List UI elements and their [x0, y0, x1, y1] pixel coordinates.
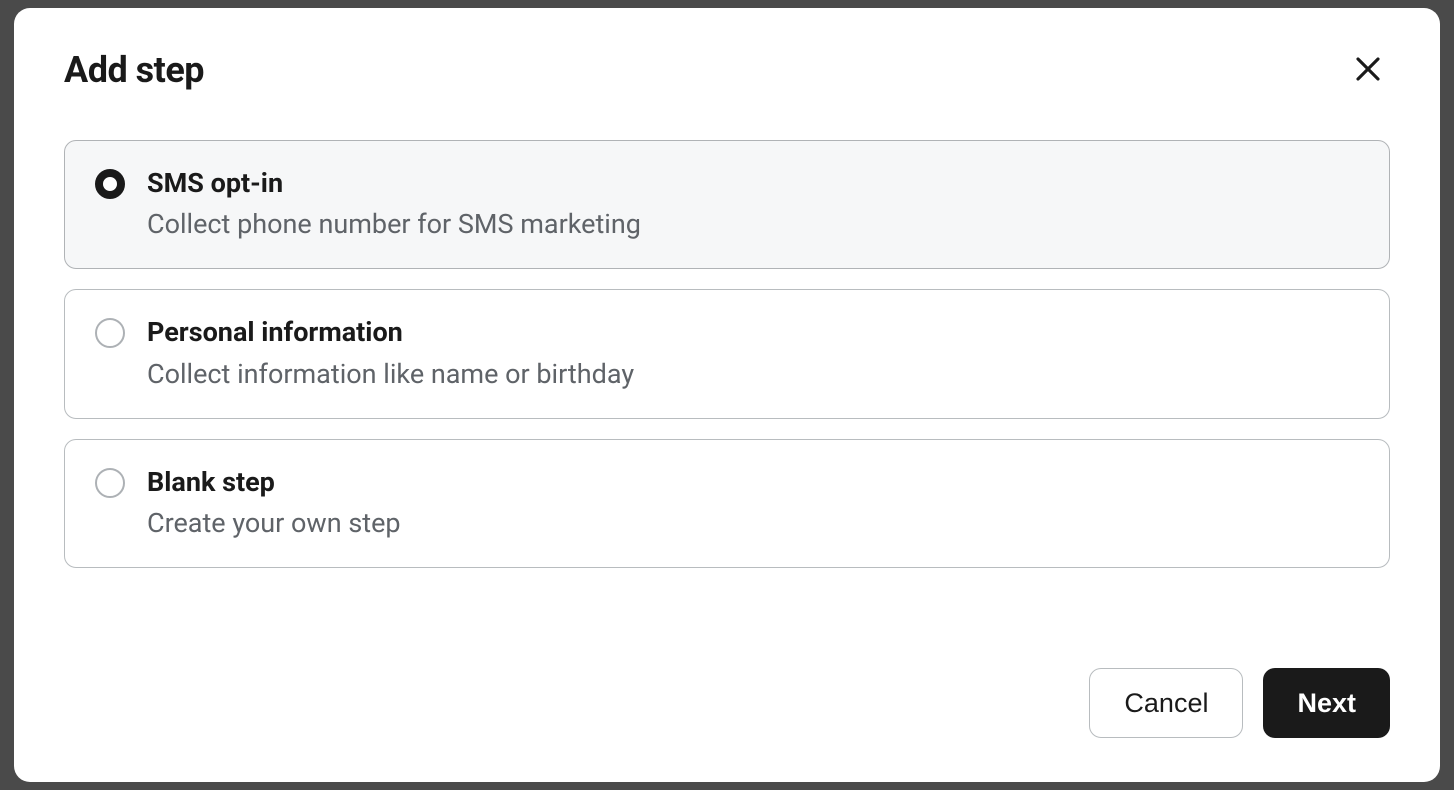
- cancel-button[interactable]: Cancel: [1089, 668, 1243, 738]
- option-title: SMS opt-in: [147, 167, 641, 199]
- option-description: Collect information like name or birthda…: [147, 357, 634, 392]
- close-button[interactable]: [1346, 48, 1390, 92]
- option-text: Personal information Collect information…: [147, 316, 634, 391]
- modal-header: Add step: [64, 48, 1390, 92]
- option-blank-step[interactable]: Blank step Create your own step: [64, 439, 1390, 568]
- option-description: Collect phone number for SMS marketing: [147, 207, 641, 242]
- add-step-modal: Add step SMS opt-in Collect phone number…: [14, 8, 1440, 782]
- options-list: SMS opt-in Collect phone number for SMS …: [64, 140, 1390, 628]
- next-button[interactable]: Next: [1263, 668, 1390, 738]
- option-title: Personal information: [147, 316, 634, 348]
- option-personal-information[interactable]: Personal information Collect information…: [64, 289, 1390, 418]
- radio-wrapper: [95, 316, 125, 348]
- option-text: SMS opt-in Collect phone number for SMS …: [147, 167, 641, 242]
- radio-blank-step[interactable]: [95, 468, 125, 498]
- modal-title: Add step: [64, 49, 204, 91]
- radio-wrapper: [95, 167, 125, 199]
- option-sms-opt-in[interactable]: SMS opt-in Collect phone number for SMS …: [64, 140, 1390, 269]
- radio-wrapper: [95, 466, 125, 498]
- option-text: Blank step Create your own step: [147, 466, 401, 541]
- radio-personal-information[interactable]: [95, 318, 125, 348]
- option-title: Blank step: [147, 466, 401, 498]
- radio-sms-opt-in[interactable]: [95, 169, 125, 199]
- option-description: Create your own step: [147, 506, 401, 541]
- modal-footer: Cancel Next: [64, 668, 1390, 738]
- close-icon: [1353, 54, 1383, 87]
